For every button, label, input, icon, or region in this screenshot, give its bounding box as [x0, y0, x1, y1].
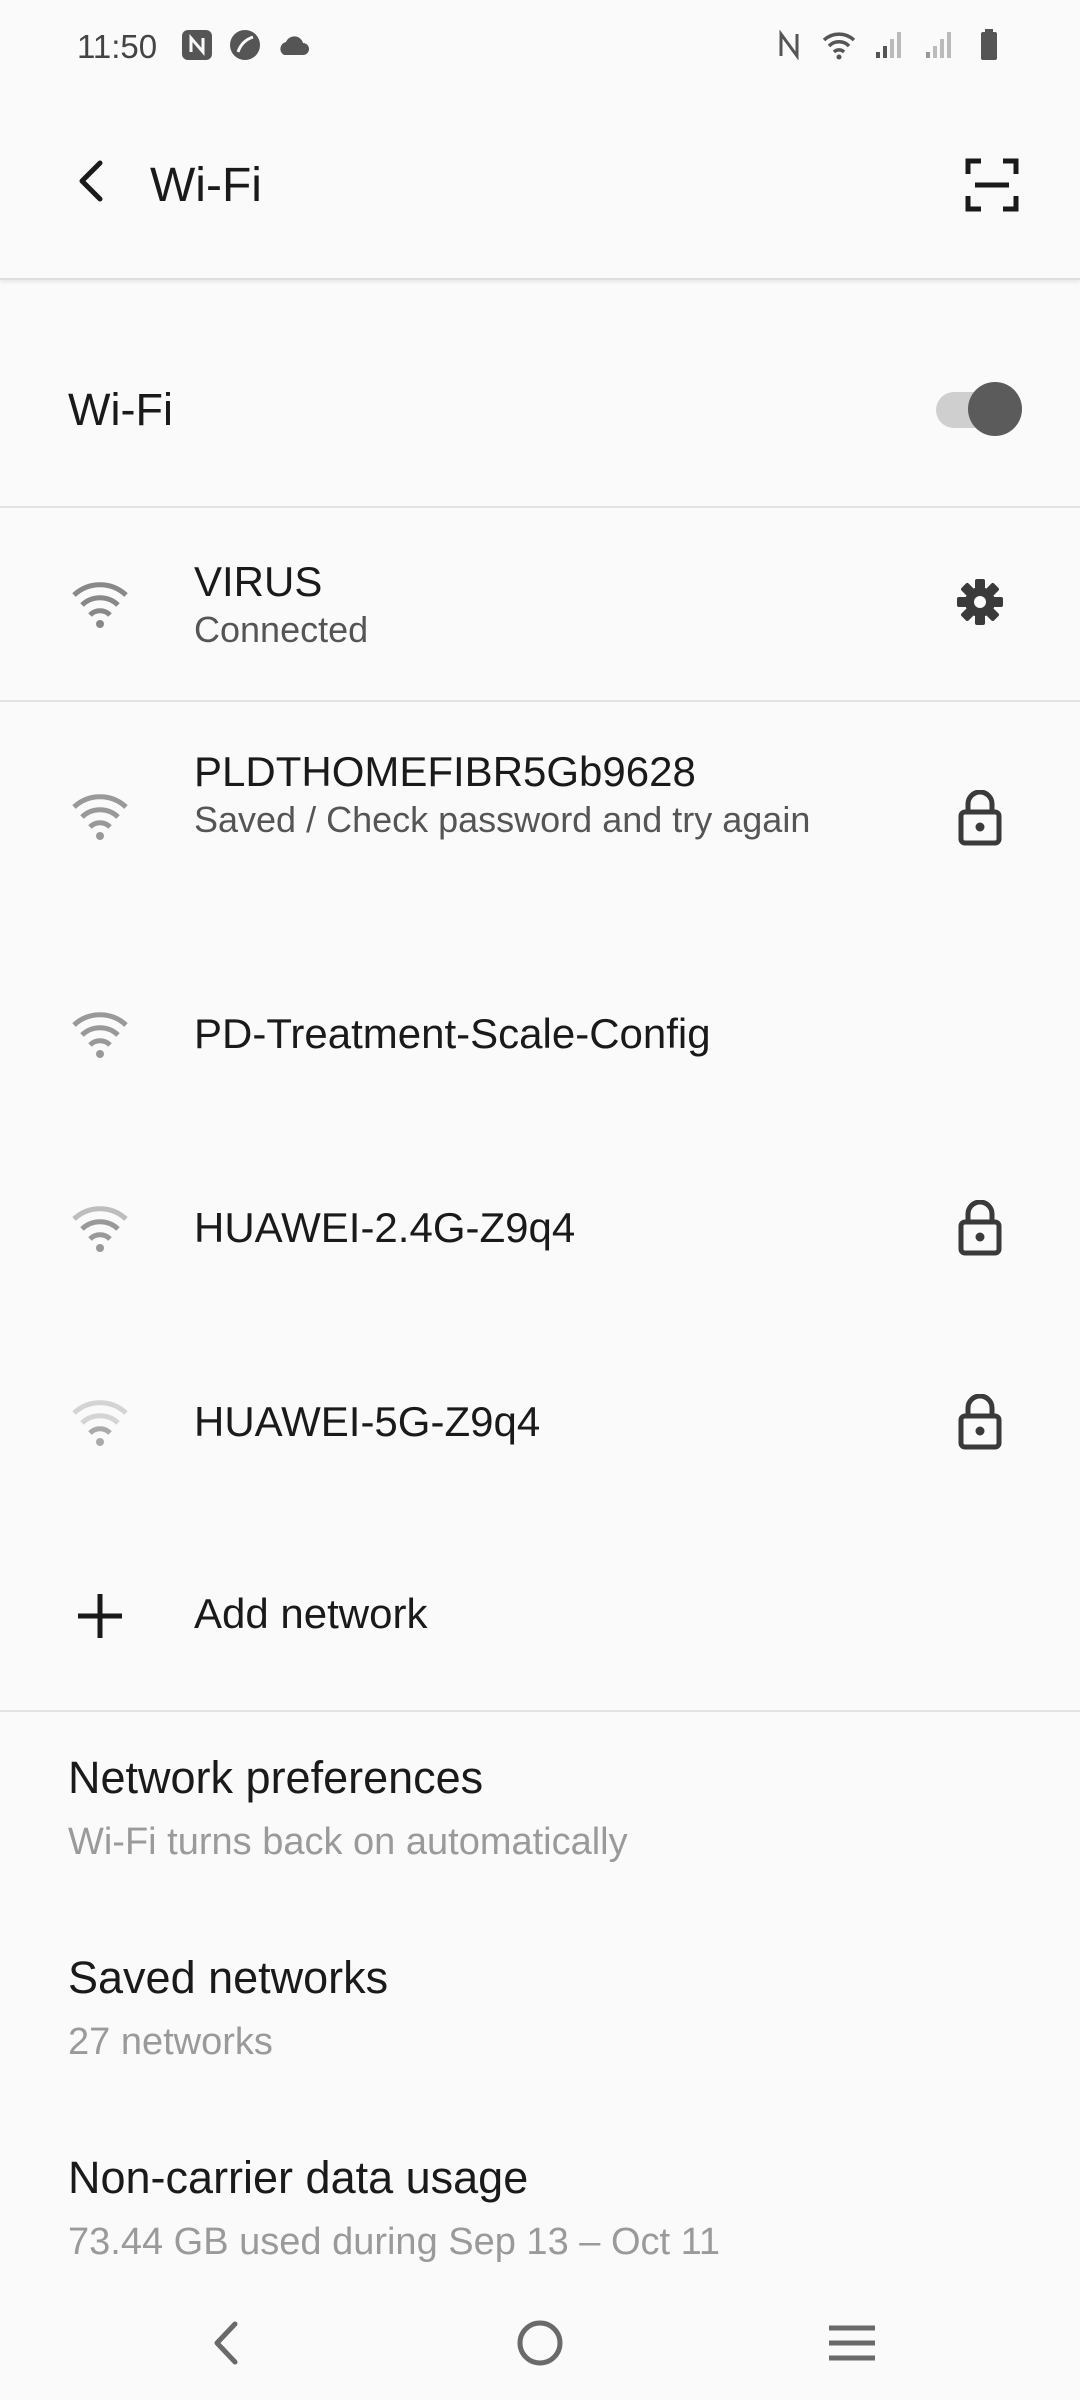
nav-home-icon: [516, 2319, 564, 2372]
divider: [0, 1710, 1080, 1712]
toggle-thumb: [968, 382, 1022, 436]
gear-icon: [955, 577, 1005, 632]
network-name: HUAWEI-5G-Z9q4: [194, 1398, 541, 1445]
plus-icon: [64, 1580, 136, 1652]
app-bar: Wi-Fi: [0, 96, 1080, 280]
lock-icon: [948, 1390, 1012, 1454]
add-network-label: Add network: [194, 1590, 428, 1637]
network-settings-button[interactable]: [948, 572, 1012, 636]
signal-icon: [872, 28, 906, 62]
qr-scan-button[interactable]: [956, 151, 1028, 223]
network-name: HUAWEI-2.4G-Z9q4: [194, 1204, 576, 1251]
wifi-toggle-switch[interactable]: [928, 380, 1022, 436]
non-carrier-data-usage-item[interactable]: Non-carrier data usage 73.44 GB used dur…: [68, 2150, 1048, 2268]
pref-title: Non-carrier data usage: [68, 2152, 529, 2203]
wifi-master-toggle-row[interactable]: Wi-Fi: [0, 282, 1080, 508]
status-right-icons: [772, 28, 1006, 62]
status-left-icons: [180, 28, 310, 62]
saved-networks-item[interactable]: Saved networks 27 networks: [68, 1950, 1048, 2068]
network-row[interactable]: HUAWEI-2.4G-Z9q4: [0, 1134, 1080, 1324]
battery-icon: [972, 28, 1006, 62]
network-row[interactable]: PD-Treatment-Scale-Config: [0, 940, 1080, 1130]
network-text: HUAWEI-5G-Z9q4: [194, 1396, 834, 1448]
wifi-signal-icon: [64, 1386, 136, 1458]
page-title: Wi-Fi: [150, 159, 262, 212]
status-time: 11:50: [77, 28, 158, 65]
pref-title: Saved networks: [68, 1952, 389, 2003]
cloud-icon: [276, 28, 310, 62]
wifi-signal-icon: [64, 998, 136, 1070]
nav-recents-button[interactable]: [812, 2310, 892, 2380]
status-bar: 11:50: [0, 0, 1080, 96]
wifi-icon: [822, 28, 856, 62]
connected-network-row[interactable]: VIRUS Connected: [0, 510, 1080, 700]
nfc-icon: [772, 28, 806, 62]
nav-recents-icon: [827, 2323, 877, 2368]
wifi-signal-icon: [64, 568, 136, 640]
wifi-signal-icon: [64, 780, 136, 852]
wifi-master-label: Wi-Fi: [68, 384, 173, 435]
pref-title: Network preferences: [68, 1752, 484, 1803]
nav-back-icon: [209, 2320, 243, 2371]
network-name: VIRUS: [194, 558, 323, 605]
nfc-icon: [180, 28, 214, 62]
leaf-icon: [228, 28, 262, 62]
pref-subtitle: 27 networks: [68, 2021, 273, 2063]
network-name: PLDTHOMEFIBR5Gb9628: [194, 748, 696, 795]
qr-scan-icon: [965, 158, 1019, 217]
lock-icon: [948, 786, 1012, 850]
network-name: PD-Treatment-Scale-Config: [194, 1010, 711, 1057]
lock-icon: [948, 1196, 1012, 1260]
connected-network-text: VIRUS Connected: [194, 556, 834, 652]
network-row[interactable]: PLDTHOMEFIBR5Gb9628 Saved / Check passwo…: [0, 702, 1080, 932]
network-text: HUAWEI-2.4G-Z9q4: [194, 1202, 834, 1254]
signal-icon: [922, 28, 956, 62]
pref-subtitle: Wi-Fi turns back on automatically: [68, 1821, 628, 1863]
nav-home-button[interactable]: [500, 2310, 580, 2380]
network-text: PLDTHOMEFIBR5Gb9628 Saved / Check passwo…: [194, 746, 834, 842]
nav-back-button[interactable]: [186, 2310, 266, 2380]
wifi-signal-icon: [64, 1192, 136, 1264]
network-text: PD-Treatment-Scale-Config: [194, 1008, 834, 1060]
network-status: Saved / Check password and try again: [194, 799, 811, 840]
add-network-button[interactable]: Add network: [0, 1556, 1080, 1676]
network-preferences-item[interactable]: Network preferences Wi-Fi turns back on …: [68, 1750, 1048, 1868]
navigation-bar: [0, 2290, 1080, 2400]
network-row[interactable]: HUAWEI-5G-Z9q4: [0, 1328, 1080, 1518]
network-status: Connected: [194, 609, 369, 650]
back-arrow-icon: [72, 157, 112, 210]
back-button[interactable]: [60, 151, 124, 215]
pref-subtitle: 73.44 GB used during Sep 13 – Oct 11: [68, 2221, 721, 2263]
